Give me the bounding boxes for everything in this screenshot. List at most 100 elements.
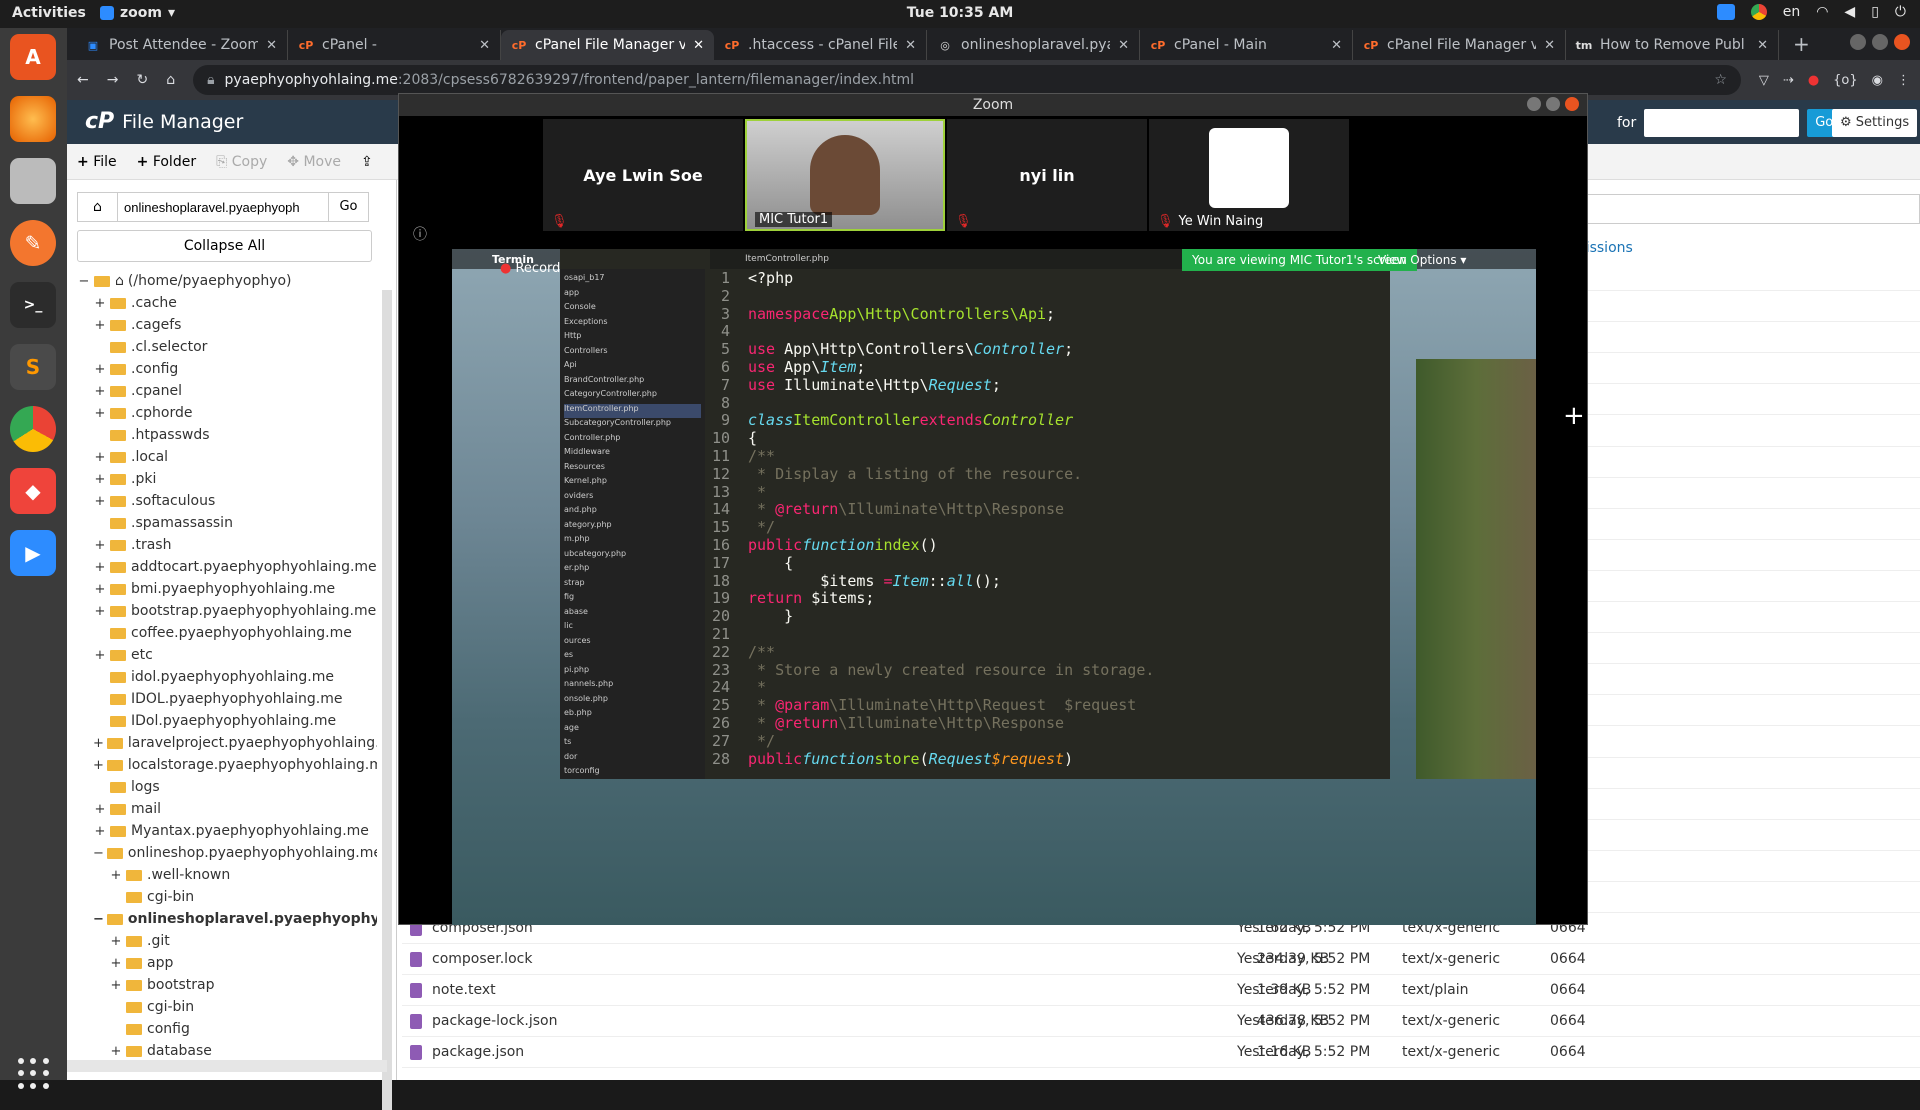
collapse-icon[interactable]: − xyxy=(93,912,104,927)
tree-node[interactable]: − ⌂ (/home/pyaephyophyo) xyxy=(77,270,377,292)
expand-icon[interactable]: + xyxy=(93,406,107,421)
profile-icon[interactable]: ◉ xyxy=(1872,73,1883,88)
expand-icon[interactable]: + xyxy=(109,956,123,971)
collapse-all-button[interactable]: Collapse All xyxy=(77,230,372,262)
tab[interactable]: cP .htaccess - cPanel File ✕ xyxy=(714,30,927,60)
path-go-button[interactable]: Go xyxy=(328,193,368,221)
expand-icon[interactable]: + xyxy=(93,560,107,575)
tree-node[interactable]: + .softaculous xyxy=(77,490,377,512)
extensions[interactable]: ▽ ⇢ ● {o} ◉ ⋮ xyxy=(1759,73,1910,88)
terminal-icon[interactable]: >_ xyxy=(10,282,56,328)
tree-node[interactable]: + etc xyxy=(77,644,377,666)
tree-node[interactable]: + database xyxy=(77,1040,377,1062)
close-tab-icon[interactable]: ✕ xyxy=(1544,38,1555,53)
reload-icon[interactable]: ↻ xyxy=(136,72,148,88)
expand-icon[interactable]: + xyxy=(93,582,107,597)
tree-node[interactable]: + .local xyxy=(77,446,377,468)
battery-icon[interactable]: ▯ xyxy=(1871,4,1879,20)
copy-button[interactable]: ⎘ Copy xyxy=(216,154,267,170)
extension-icon[interactable]: ▽ xyxy=(1759,73,1769,88)
home-dir-icon[interactable]: ⌂ xyxy=(78,193,118,221)
tree-node[interactable]: + bmi.pyaephyophyohlaing.me xyxy=(77,578,377,600)
new-file-button[interactable]: + File xyxy=(77,154,117,170)
close-tab-icon[interactable]: ✕ xyxy=(1118,38,1129,53)
expand-icon[interactable]: + xyxy=(93,494,107,509)
settings-button[interactable]: ⚙ Settings xyxy=(1832,109,1918,137)
search-input[interactable] xyxy=(1644,109,1800,137)
show-apps-icon[interactable] xyxy=(18,1058,50,1090)
expand-icon[interactable]: + xyxy=(93,824,107,839)
url-input[interactable]: 🔒︎ pyaephyophyohlaing.me:2083/cpsess67826… xyxy=(193,65,1741,95)
tree-node[interactable]: + laravelproject.pyaephyophyohlaing.me xyxy=(77,732,377,754)
wifi-icon[interactable]: ◠ xyxy=(1816,4,1828,20)
minimize-icon[interactable] xyxy=(1850,34,1866,50)
close-tab-icon[interactable]: ✕ xyxy=(1757,38,1768,53)
tree-node[interactable]: + .config xyxy=(77,358,377,380)
tree-node[interactable]: − onlineshop.pyaephyophyohlaing.me xyxy=(77,842,377,864)
tree-node[interactable]: config xyxy=(77,1018,377,1040)
system-tray[interactable]: en ◠ ◀ ▯ ⏻ xyxy=(1716,4,1906,20)
expand-icon[interactable]: + xyxy=(109,978,123,993)
tree-node[interactable]: cgi-bin xyxy=(77,886,377,908)
table-row[interactable]: note.text 1.39 KB Yesterday, 5:52 PM text/p… xyxy=(402,975,1920,1007)
expand-icon[interactable]: + xyxy=(93,802,107,817)
volume-icon[interactable]: ◀ xyxy=(1844,4,1855,20)
tab[interactable]: ◎ onlineshoplaravel.pya ✕ xyxy=(927,30,1140,60)
tree-node[interactable]: + addtocart.pyaephyophyohlaing.me xyxy=(77,556,377,578)
expand-icon[interactable]: + xyxy=(93,758,104,773)
zoom-tray-icon[interactable] xyxy=(1716,4,1735,20)
tab[interactable]: cP cPanel - Main ✕ xyxy=(1140,30,1353,60)
expand-icon[interactable]: + xyxy=(93,538,107,553)
tab[interactable]: cP cPanel - ✕ xyxy=(288,30,501,60)
close-tab-icon[interactable]: ✕ xyxy=(1331,38,1342,53)
tree-node[interactable]: + bootstrap xyxy=(77,974,377,996)
maximize-icon[interactable] xyxy=(1872,34,1888,50)
participant-tile-active[interactable]: MIC Tutor1 xyxy=(745,119,945,231)
participant-tile[interactable]: 🎙︎ Ye Win Naing xyxy=(1149,119,1349,231)
pencil-app-icon[interactable]: ✎ xyxy=(10,220,56,266)
tree-node[interactable]: cgi-bin xyxy=(77,996,377,1018)
tree-node[interactable]: IDOL.pyaephyophyohlaing.me xyxy=(77,688,377,710)
view-options-button[interactable]: View Options ▾ xyxy=(1372,251,1472,269)
expand-icon[interactable]: + xyxy=(93,736,104,751)
back-icon[interactable]: ← xyxy=(77,72,89,88)
files-icon[interactable] xyxy=(10,158,56,204)
expand-icon[interactable]: + xyxy=(93,296,107,311)
move-button[interactable]: ✥ Move xyxy=(287,154,341,170)
info-icon[interactable]: ⓘ xyxy=(413,224,427,244)
tab[interactable]: cP cPanel File Manager v ✕ xyxy=(1353,30,1566,60)
close-tab-icon[interactable]: ✕ xyxy=(693,38,704,53)
tab[interactable]: cP cPanel File Manager v ✕ xyxy=(501,30,714,60)
expand-icon[interactable]: + xyxy=(109,1044,123,1059)
maximize-icon[interactable] xyxy=(1546,97,1560,111)
extension-icon[interactable]: ● xyxy=(1808,73,1819,88)
sidebar-hscrollbar[interactable] xyxy=(67,1060,387,1072)
tree-node[interactable]: + .git xyxy=(77,930,377,952)
upload-icon[interactable]: ⇪ xyxy=(361,154,373,170)
expand-icon[interactable]: + xyxy=(109,934,123,949)
path-input[interactable] xyxy=(118,193,328,221)
tree-node[interactable]: coffee.pyaephyophyohlaing.me xyxy=(77,622,377,644)
home-icon[interactable]: ⌂ xyxy=(166,72,175,88)
collapse-icon[interactable]: − xyxy=(93,846,104,861)
table-row[interactable]: package.json 1.16 KB Yesterday, 5:52 PM tex… xyxy=(402,1037,1920,1069)
firefox-icon[interactable] xyxy=(10,96,56,142)
tree-node[interactable]: + .cpanel xyxy=(77,380,377,402)
software-center-icon[interactable]: A xyxy=(10,34,56,80)
tree-node[interactable]: IDol.pyaephyophyohlaing.me xyxy=(77,710,377,732)
tree-node[interactable]: + Myantax.pyaephyophyohlaing.me xyxy=(77,820,377,842)
new-folder-button[interactable]: + Folder xyxy=(137,154,196,170)
tree-node[interactable]: + .cagefs xyxy=(77,314,377,336)
tree-node[interactable]: logs xyxy=(77,776,377,798)
tree-node[interactable]: + .pki xyxy=(77,468,377,490)
tree-node[interactable]: + app xyxy=(77,952,377,974)
expand-icon[interactable]: + xyxy=(93,384,107,399)
bookmark-star-icon[interactable]: ☆ xyxy=(1714,72,1727,88)
chrome-tray-icon[interactable] xyxy=(1750,4,1767,20)
expand-icon[interactable]: + xyxy=(109,868,123,883)
extension-icon[interactable]: {o} xyxy=(1833,73,1858,88)
sublime-icon[interactable]: S xyxy=(10,344,56,390)
menu-icon[interactable]: ⋮ xyxy=(1897,73,1910,88)
tree-node[interactable]: + .well-known xyxy=(77,864,377,886)
participant-tile[interactable]: nyi lin 🎙︎ xyxy=(947,119,1147,231)
